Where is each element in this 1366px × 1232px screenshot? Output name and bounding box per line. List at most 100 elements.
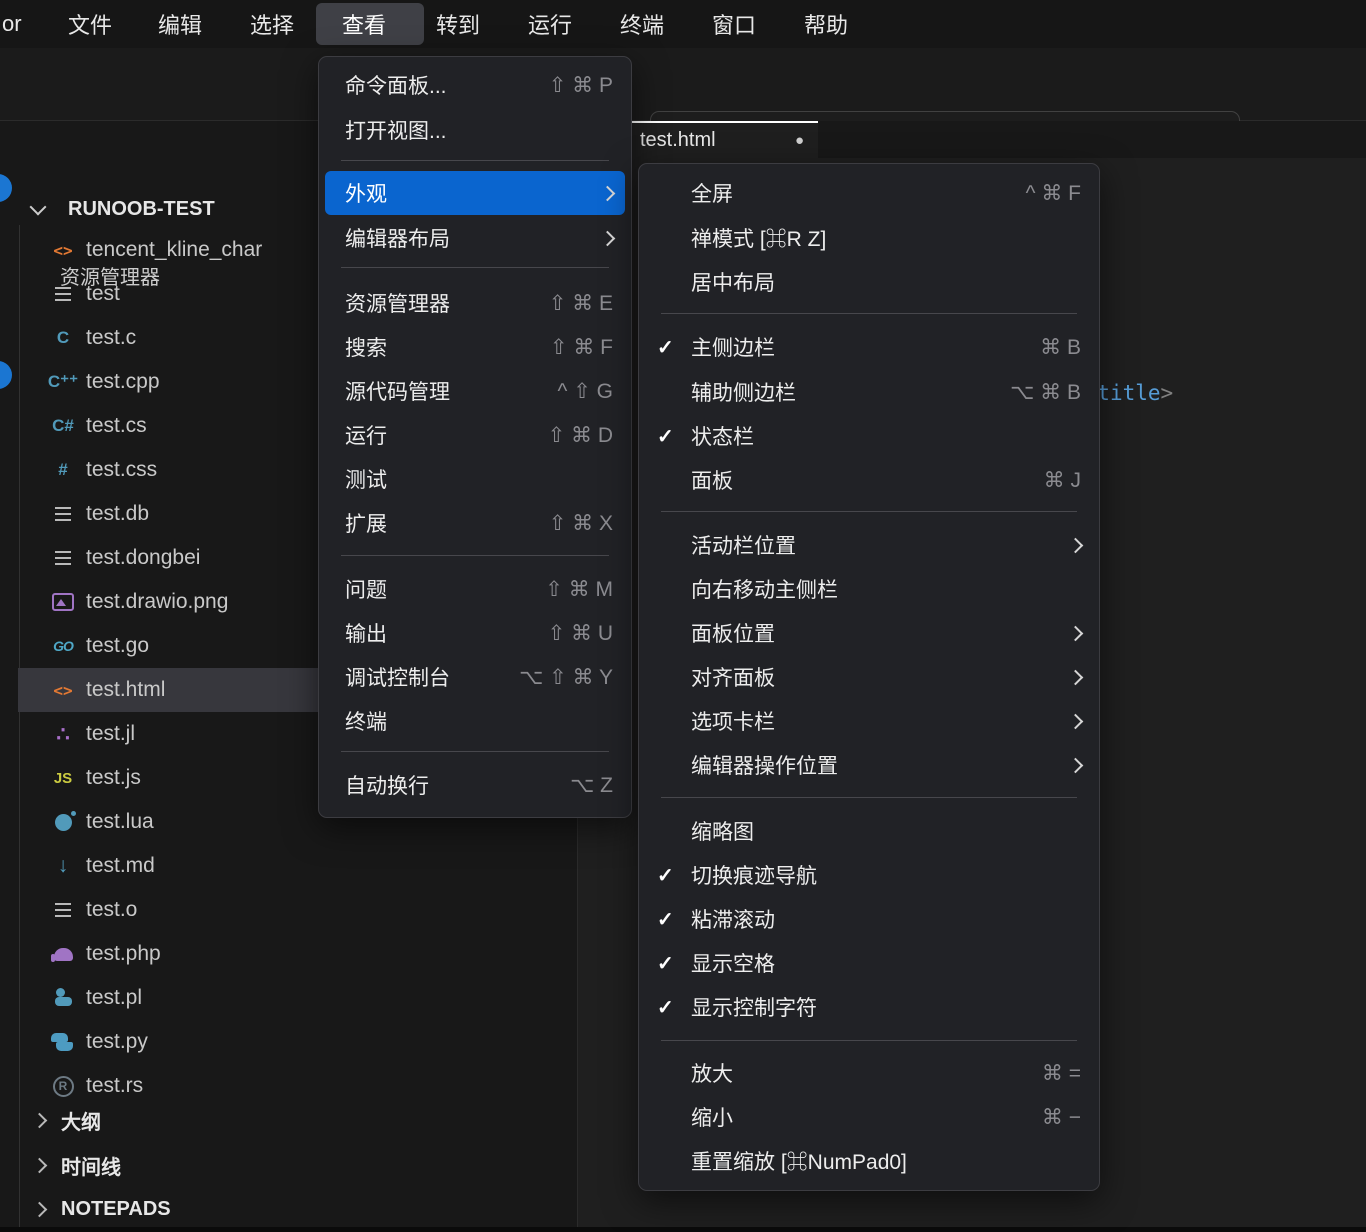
menu-item-editor-actions-position[interactable]: 编辑器操作位置 <box>645 743 1093 787</box>
shortcut-label: ⇧ ⌘ P <box>549 73 613 98</box>
file-row-test-o[interactable]: test.o <box>0 888 577 932</box>
menu-go[interactable]: 转到 <box>436 0 480 48</box>
menu-bar: or 文件 编辑 选择 查看 转到 运行 终端 窗口 帮助 <box>0 0 1366 48</box>
vscode-window: runoob-test test.html ● </title> 资源管理器 R… <box>0 0 1366 1232</box>
shortcut-label: ⇧ ⌘ X <box>549 511 613 536</box>
section-label: 时间线 <box>61 1151 121 1180</box>
menu-item-label: 自动换行 <box>345 770 429 800</box>
menu-item-centered-layout[interactable]: 居中布局 <box>645 260 1093 304</box>
menu-item-appearance[interactable]: 外观 <box>325 171 625 215</box>
menu-run[interactable]: 运行 <box>528 0 572 48</box>
menu-item-zoom-out[interactable]: 缩小 ⌘ − <box>645 1095 1093 1139</box>
menu-item-full-screen[interactable]: 全屏 ^ ⌘ F <box>645 171 1093 215</box>
menu-file[interactable]: 文件 <box>68 0 112 48</box>
file-name: test.lua <box>86 810 154 834</box>
file-row-test-py[interactable]: test.py <box>0 1020 577 1064</box>
shortcut-label: ⌘ B <box>1040 335 1081 360</box>
menu-item-testing[interactable]: 测试 <box>325 457 625 501</box>
menu-help[interactable]: 帮助 <box>804 0 848 48</box>
menu-item-word-wrap[interactable]: 自动换行 ⌥ Z <box>325 763 625 807</box>
menu-item-label: 对齐面板 <box>691 662 775 692</box>
menu-item-explorer[interactable]: 资源管理器 ⇧ ⌘ E <box>325 281 625 325</box>
section-outline[interactable]: 大纲 <box>0 1098 577 1142</box>
file-name: test.cs <box>86 414 147 438</box>
file-name: test.cpp <box>86 370 160 394</box>
code-punct-close: > <box>1161 381 1174 405</box>
menu-item-activity-bar-position[interactable]: 活动栏位置 <box>645 523 1093 567</box>
menu-item-breadcrumbs[interactable]: ✓ 切换痕迹导航 <box>645 853 1093 897</box>
menu-view[interactable]: 查看 <box>342 0 386 48</box>
submenu-arrow-icon <box>600 185 616 201</box>
shortcut-label: ^ ⇧ G <box>558 379 613 404</box>
text-file-icon <box>48 282 78 306</box>
menu-item-label: 面板位置 <box>691 618 775 648</box>
tab-test-html[interactable]: test.html ● <box>622 121 818 158</box>
menu-item-tab-bar[interactable]: 选项卡栏 <box>645 699 1093 743</box>
menu-item-terminal[interactable]: 终端 <box>325 699 625 743</box>
menu-item-render-whitespace[interactable]: ✓ 显示空格 <box>645 941 1093 985</box>
menu-separator <box>661 797 1077 798</box>
php-file-icon <box>48 942 78 966</box>
menu-item-label: 缩略图 <box>691 816 754 846</box>
file-name: test.md <box>86 854 155 878</box>
menu-item-panel-position[interactable]: 面板位置 <box>645 611 1093 655</box>
menu-item-extensions[interactable]: 扩展 ⇧ ⌘ X <box>325 501 625 545</box>
view-menu-dropdown: 命令面板... ⇧ ⌘ P 打开视图... 外观 编辑器布局 资源管理器 ⇧ ⌘… <box>318 56 632 818</box>
menu-selection[interactable]: 选择 <box>250 0 294 48</box>
menu-separator <box>661 1040 1077 1041</box>
menu-item-primary-sidebar[interactable]: ✓ 主侧边栏 ⌘ B <box>645 325 1093 369</box>
menu-item-render-control-characters[interactable]: ✓ 显示控制字符 <box>645 985 1093 1029</box>
menu-edit[interactable]: 编辑 <box>158 0 202 48</box>
shortcut-label: ⇧ ⌘ U <box>548 621 613 646</box>
menu-terminal[interactable]: 终端 <box>620 0 664 48</box>
menu-item-label: 状态栏 <box>691 421 754 451</box>
menu-item-panel[interactable]: 面板 ⌘ J <box>645 458 1093 502</box>
menu-item-command-palette[interactable]: 命令面板... ⇧ ⌘ P <box>325 63 625 107</box>
menu-item-open-view[interactable]: 打开视图... <box>325 108 625 152</box>
menu-item-secondary-sidebar[interactable]: 辅助侧边栏 ⌥ ⌘ B <box>645 370 1093 414</box>
menu-item-align-panel[interactable]: 对齐面板 <box>645 655 1093 699</box>
menu-separator <box>661 313 1077 314</box>
menu-item-label: 编辑器布局 <box>345 223 450 253</box>
menu-item-label: 显示空格 <box>691 948 775 978</box>
menu-item-run[interactable]: 运行 ⇧ ⌘ D <box>325 413 625 457</box>
file-name: test.py <box>86 1030 148 1054</box>
file-row-test-md[interactable]: ↓ test.md <box>0 844 577 888</box>
menu-window[interactable]: 窗口 <box>712 0 756 48</box>
perl-file-icon <box>48 986 78 1010</box>
shortcut-label: ⌘ J <box>1044 468 1081 493</box>
menu-item-source-control[interactable]: 源代码管理 ^ ⇧ G <box>325 369 625 413</box>
menu-item-minimap[interactable]: 缩略图 <box>645 809 1093 853</box>
file-row-test-php[interactable]: test.php <box>0 932 577 976</box>
menu-item-search[interactable]: 搜索 ⇧ ⌘ F <box>325 325 625 369</box>
lua-file-icon <box>48 810 78 834</box>
menu-item-label: 外观 <box>345 178 387 208</box>
c-file-icon: C <box>48 326 78 350</box>
menu-item-reset-zoom[interactable]: 重置缩放 [⌘NumPad0] <box>645 1139 1093 1183</box>
submenu-arrow-icon <box>1068 669 1084 685</box>
menu-item-label: 面板 <box>691 465 733 495</box>
chevron-down-icon <box>30 199 47 216</box>
submenu-arrow-icon <box>1068 713 1084 729</box>
app-menu-fragment[interactable]: or <box>2 0 22 48</box>
menu-item-editor-layout[interactable]: 编辑器布局 <box>325 216 625 260</box>
menu-item-label: 终端 <box>345 706 387 736</box>
menu-item-problems[interactable]: 问题 ⇧ ⌘ M <box>325 567 625 611</box>
menu-item-label: 显示控制字符 <box>691 992 817 1022</box>
menu-item-output[interactable]: 输出 ⇧ ⌘ U <box>325 611 625 655</box>
menu-item-zen-mode[interactable]: 禅模式 [⌘R Z] <box>645 216 1093 260</box>
menu-item-debug-console[interactable]: 调试控制台 ⌥ ⇧ ⌘ Y <box>325 655 625 699</box>
tab-label: test.html <box>640 129 716 152</box>
file-name: test.o <box>86 898 137 922</box>
checkmark-icon: ✓ <box>657 995 691 1020</box>
title-bar: runoob-test <box>0 48 1366 121</box>
submenu-arrow-icon <box>1068 625 1084 641</box>
menu-item-status-bar[interactable]: ✓ 状态栏 <box>645 414 1093 458</box>
menu-item-zoom-in[interactable]: 放大 ⌘ = <box>645 1051 1093 1095</box>
section-notepads[interactable]: NOTEPADS <box>0 1187 577 1231</box>
file-row-test-pl[interactable]: test.pl <box>0 976 577 1020</box>
menu-item-sticky-scroll[interactable]: ✓ 粘滞滚动 <box>645 897 1093 941</box>
menu-item-label: 放大 <box>691 1058 733 1088</box>
menu-item-move-sidebar-right[interactable]: 向右移动主侧栏 <box>645 567 1093 611</box>
section-timeline[interactable]: 时间线 <box>0 1143 577 1187</box>
